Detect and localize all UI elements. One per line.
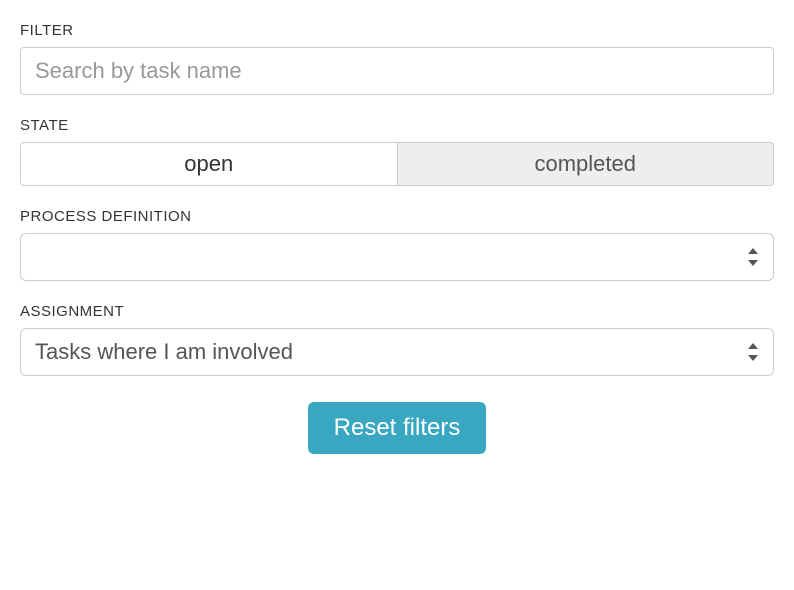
process-definition-label: PROCESS DEFINITION xyxy=(20,208,774,225)
state-option-completed[interactable]: completed xyxy=(398,142,775,186)
assignment-select[interactable]: Tasks where I am involved xyxy=(20,328,774,376)
assignment-value: Tasks where I am involved xyxy=(35,339,293,365)
filter-field: FILTER xyxy=(20,22,774,95)
state-option-open[interactable]: open xyxy=(20,142,398,186)
state-field: STATE open completed xyxy=(20,117,774,186)
process-definition-select[interactable] xyxy=(20,233,774,281)
reset-filters-button[interactable]: Reset filters xyxy=(308,402,487,454)
process-definition-field: PROCESS DEFINITION xyxy=(20,208,774,281)
filter-label: FILTER xyxy=(20,22,774,39)
actions-row: Reset filters xyxy=(20,402,774,454)
filter-input[interactable] xyxy=(20,47,774,95)
assignment-label: ASSIGNMENT xyxy=(20,303,774,320)
assignment-field: ASSIGNMENT Tasks where I am involved xyxy=(20,303,774,376)
state-toggle-group: open completed xyxy=(20,142,774,186)
state-label: STATE xyxy=(20,117,774,134)
